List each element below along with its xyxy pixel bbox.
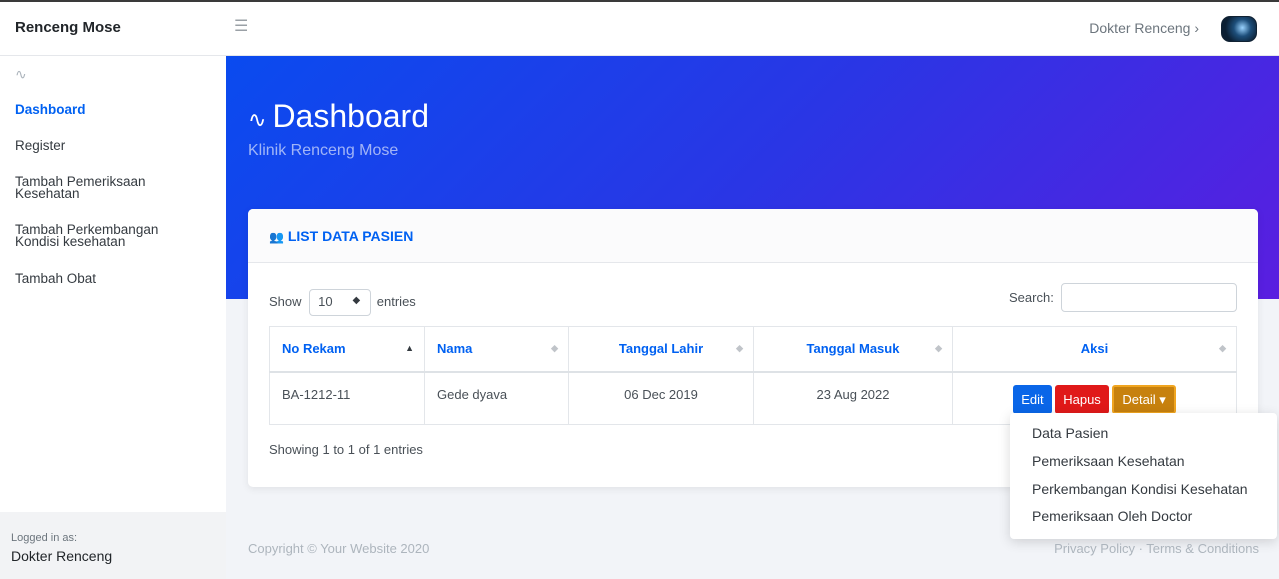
user-menu[interactable]: Dokter Renceng ›	[1089, 20, 1199, 36]
dropdown-item-pemeriksaan-doctor[interactable]: Pemeriksaan Oleh Doctor	[1032, 508, 1192, 524]
card-title-text: LIST DATA PASIEN	[287, 228, 414, 244]
entries-length-control: Show 10 ◆ entries	[269, 289, 416, 316]
menu-toggle-icon[interactable]: ☰	[234, 18, 252, 36]
brand-title[interactable]: Renceng Mose	[15, 19, 121, 36]
sort-icon: ◆	[935, 343, 942, 353]
cell-tanggal-lahir: 06 Dec 2019	[568, 371, 754, 425]
cell-no-rekam: BA-1212-11	[269, 371, 425, 425]
sidebar-item-tambah-pemeriksaan[interactable]: Tambah Pemeriksaan Kesehatan	[15, 175, 215, 201]
column-header-tanggal-masuk[interactable]: Tanggal Masuk ◆	[753, 326, 953, 373]
page-title-text: Dashboard	[272, 98, 429, 134]
cell-tanggal-masuk: 23 Aug 2022	[753, 371, 953, 425]
logged-in-label: Logged in as:	[11, 532, 78, 544]
entries-select[interactable]: 10 ◆	[309, 289, 372, 316]
column-header-no-rekam[interactable]: No Rekam ▲	[269, 326, 425, 373]
top-navbar: Renceng Mose ☰ Dokter Renceng ›	[0, 0, 1279, 56]
sort-icon: ◆	[551, 343, 558, 353]
search-input[interactable]	[1061, 283, 1237, 312]
page-title: ∿ Dashboard	[248, 98, 429, 135]
footer-copyright: Copyright © Your Website 2020	[248, 541, 430, 556]
column-label: Tanggal Masuk	[806, 341, 900, 357]
detail-dropdown-menu: Data Pasien Pemeriksaan Kesehatan Perkem…	[1010, 413, 1277, 539]
sidebar-item-tambah-obat[interactable]: Tambah Obat	[15, 272, 215, 286]
pulse-icon: ∿	[15, 66, 27, 82]
sidebar-item-tambah-perkembangan[interactable]: Tambah Perkembangan Kondisi kesehatan	[15, 223, 215, 249]
detail-dropdown-button[interactable]: Detail ▾	[1112, 384, 1176, 414]
cell-nama: Gede dyava	[424, 371, 569, 425]
search-label: Search:	[1009, 290, 1054, 305]
page-subtitle: Klinik Renceng Mose	[248, 142, 399, 159]
dropdown-item-perkembangan-kondisi[interactable]: Perkembangan Kondisi Kesehatan	[1032, 481, 1248, 497]
pulse-icon: ∿	[248, 107, 267, 132]
dropdown-item-data-pasien[interactable]: Data Pasien	[1032, 425, 1108, 441]
sidebar-item-register[interactable]: Register	[15, 139, 215, 153]
sidebar: ∿ Dashboard Register Tambah Pemeriksaan …	[0, 56, 226, 579]
entries-value: 10	[318, 294, 333, 309]
sort-asc-icon: ▲	[405, 343, 414, 353]
hapus-button[interactable]: Hapus	[1055, 384, 1109, 414]
column-header-aksi[interactable]: Aksi ◆	[952, 326, 1237, 373]
column-header-tanggal-lahir[interactable]: Tanggal Lahir ◆	[568, 326, 754, 373]
column-label: Tanggal Lahir	[618, 341, 704, 357]
card-title: 👥 LIST DATA PASIEN	[269, 228, 413, 244]
users-icon: 👥	[269, 230, 284, 244]
sidebar-item-dashboard[interactable]: Dashboard	[15, 103, 215, 117]
column-label: Nama	[437, 341, 473, 357]
dropdown-item-pemeriksaan-kesehatan[interactable]: Pemeriksaan Kesehatan	[1032, 453, 1185, 469]
sort-icon: ◆	[736, 343, 743, 353]
table-info: Showing 1 to 1 of 1 entries	[269, 442, 423, 457]
avatar[interactable]	[1221, 16, 1257, 42]
column-header-nama[interactable]: Nama ◆	[424, 326, 569, 373]
footer-links[interactable]: Privacy Policy · Terms & Conditions	[1054, 541, 1259, 556]
column-label: Aksi	[1080, 341, 1109, 357]
edit-button[interactable]: Edit	[1013, 384, 1052, 414]
column-label: No Rekam	[282, 341, 346, 357]
card-header: 👥 LIST DATA PASIEN	[248, 209, 1258, 263]
select-arrows-icon: ◆	[352, 295, 361, 306]
show-label: Show	[269, 293, 302, 309]
logged-in-name: Dokter Renceng	[11, 548, 113, 564]
sort-icon: ◆	[1219, 343, 1226, 353]
patient-table: No Rekam ▲ Nama ◆ Tanggal Lahir ◆ Tanggal M…	[269, 326, 1237, 425]
entries-label: entries	[376, 293, 416, 309]
sidebar-footer: Logged in as: Dokter Renceng	[0, 512, 226, 579]
